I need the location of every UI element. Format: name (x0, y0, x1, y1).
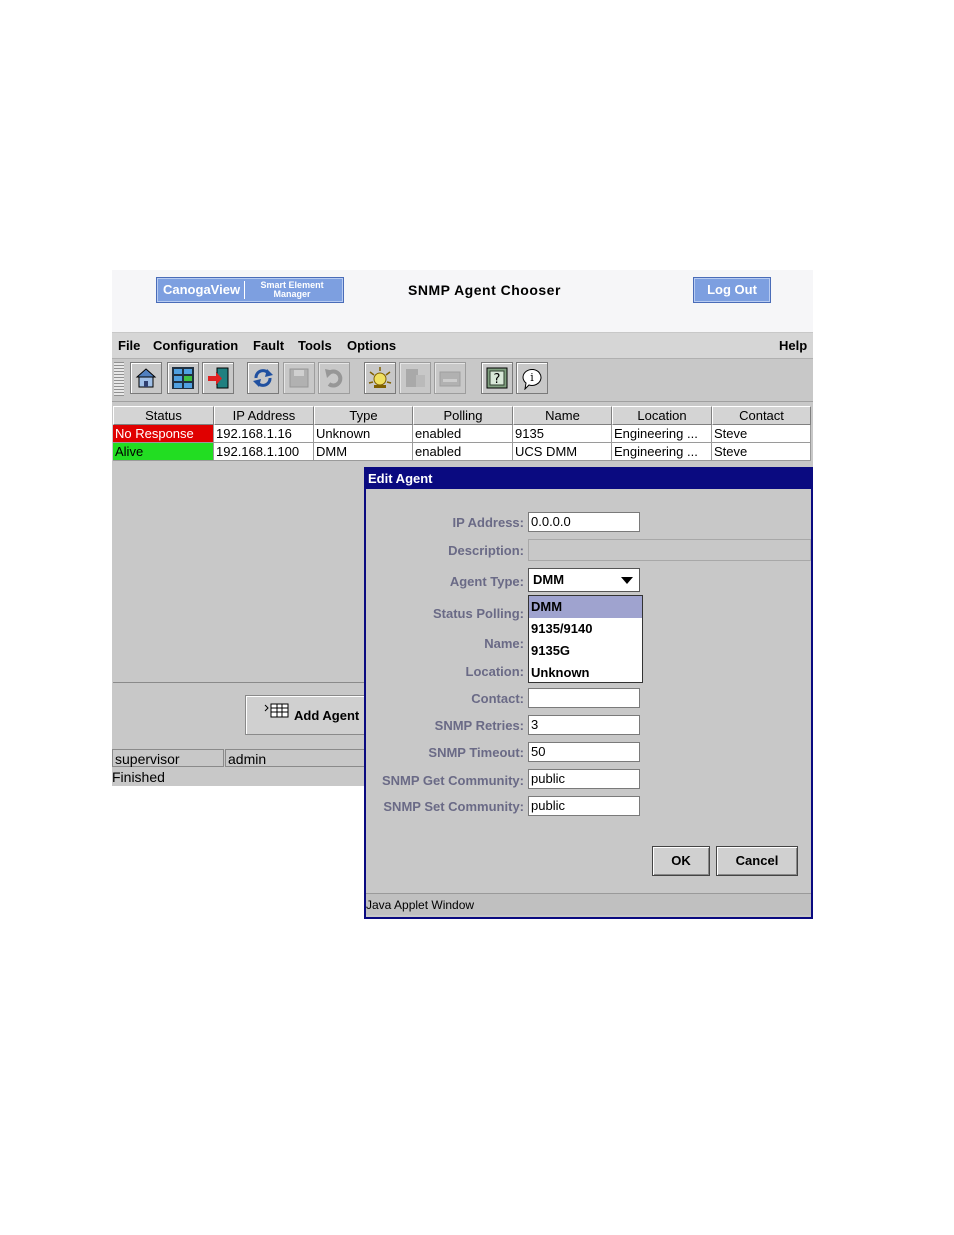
agent-type-option-unknown[interactable]: Unknown (529, 662, 642, 684)
name-cell: UCS DMM (513, 443, 612, 461)
home-icon[interactable] (130, 362, 162, 394)
menu-options[interactable]: Options (347, 338, 396, 353)
location-label: Location: (465, 664, 525, 679)
java-applet-footer: Java Applet Window (366, 893, 811, 915)
menu-help[interactable]: Help (779, 338, 807, 353)
agent-type-label: Agent Type: (449, 574, 524, 589)
menu-configuration[interactable]: Configuration (153, 338, 238, 353)
agent-type-select[interactable]: DMM (528, 568, 640, 592)
menu-fault[interactable]: Fault (253, 338, 284, 353)
info-icon[interactable]: i (516, 362, 548, 394)
status-cell: Alive (113, 443, 214, 461)
table-row[interactable]: No Response 192.168.1.16 Unknown enabled… (113, 425, 811, 443)
contact-label: Contact: (471, 691, 524, 706)
ip-cell: 192.168.1.16 (214, 425, 314, 443)
svg-text:?: ? (494, 372, 501, 387)
agent-type-option-dmm[interactable]: DMM (529, 596, 642, 618)
status-cell: No Response (113, 425, 214, 443)
grid-icon[interactable] (167, 362, 199, 394)
save-icon[interactable] (283, 362, 315, 394)
page-title: SNMP Agent Chooser (408, 282, 561, 298)
column-header[interactable]: IP Address (214, 406, 314, 425)
agent-type-dropdown: DMM 9135/9140 9135G Unknown (528, 595, 643, 683)
polling-cell: enabled (413, 425, 513, 443)
ip-label: IP Address: (452, 515, 524, 530)
status-polling-label: Status Polling: (433, 606, 524, 621)
toolbar-grip[interactable] (114, 362, 124, 396)
column-header[interactable]: Status (113, 406, 214, 425)
set-community-label: SNMP Set Community: (383, 799, 524, 814)
ok-button[interactable]: OK (652, 846, 710, 876)
contact-field[interactable] (528, 688, 640, 708)
alarm-icon[interactable] (364, 362, 396, 394)
chevron-down-icon[interactable] (621, 577, 633, 584)
ip-address-field[interactable]: 0.0.0.0 (528, 512, 640, 532)
snmp-retries-field[interactable]: 3 (528, 715, 640, 735)
contact-cell: Steve (712, 443, 811, 461)
cancel-button[interactable]: Cancel (716, 846, 798, 876)
help-icon[interactable]: ? (481, 362, 513, 394)
location-cell: Engineering ... (612, 443, 712, 461)
canogaview-logo: CanogaView Smart Element Manager (156, 277, 344, 303)
progress-status: Finished (112, 769, 165, 785)
logo-sub-text: Smart Element Manager (245, 281, 339, 299)
agent-table: Status IP Address Type Polling Name Loca… (113, 406, 811, 461)
ip-cell: 192.168.1.100 (214, 443, 314, 461)
description-field[interactable] (528, 539, 811, 561)
agent-type-value: DMM (533, 572, 565, 587)
name-label: Name: (484, 636, 524, 651)
agent-type-option-9135-9140[interactable]: 9135/9140 (529, 618, 642, 640)
column-header[interactable]: Contact (712, 406, 811, 425)
dialog-title-bar: Edit Agent (366, 469, 811, 489)
menu-file[interactable]: File (118, 338, 140, 353)
column-header[interactable]: Name (513, 406, 612, 425)
retries-label: SNMP Retries: (434, 718, 524, 733)
logo-main-text: CanogaView (157, 281, 246, 299)
description-label: Description: (448, 543, 524, 558)
column-header[interactable]: Location (612, 406, 712, 425)
logo-sub-line-2: Manager (273, 289, 311, 299)
table-icon (264, 702, 290, 723)
menu-tools[interactable]: Tools (298, 338, 332, 353)
user-status: supervisor (112, 749, 224, 767)
type-cell: Unknown (314, 425, 413, 443)
module-icon[interactable] (434, 362, 466, 394)
snmp-get-community-field[interactable]: public (528, 769, 640, 789)
get-community-label: SNMP Get Community: (381, 773, 524, 788)
table-header: Status IP Address Type Polling Name Loca… (113, 406, 811, 425)
refresh-icon[interactable] (247, 362, 279, 394)
type-cell: DMM (314, 443, 413, 461)
snmp-set-community-field[interactable]: public (528, 796, 640, 816)
column-header[interactable]: Type (314, 406, 413, 425)
contact-cell: Steve (712, 425, 811, 443)
device-icon[interactable] (399, 362, 431, 394)
agent-type-option-9135g[interactable]: 9135G (529, 640, 642, 662)
logout-button[interactable]: Log Out (693, 277, 771, 303)
svg-text:i: i (530, 371, 534, 384)
snmp-timeout-field[interactable]: 50 (528, 742, 640, 762)
timeout-label: SNMP Timeout: (428, 745, 524, 760)
location-cell: Engineering ... (612, 425, 712, 443)
column-header[interactable]: Polling (413, 406, 513, 425)
exit-icon[interactable] (202, 362, 234, 394)
table-row[interactable]: Alive 192.168.1.100 DMM enabled UCS DMM … (113, 443, 811, 461)
undo-icon[interactable] (318, 362, 350, 394)
name-cell: 9135 (513, 425, 612, 443)
polling-cell: enabled (413, 443, 513, 461)
